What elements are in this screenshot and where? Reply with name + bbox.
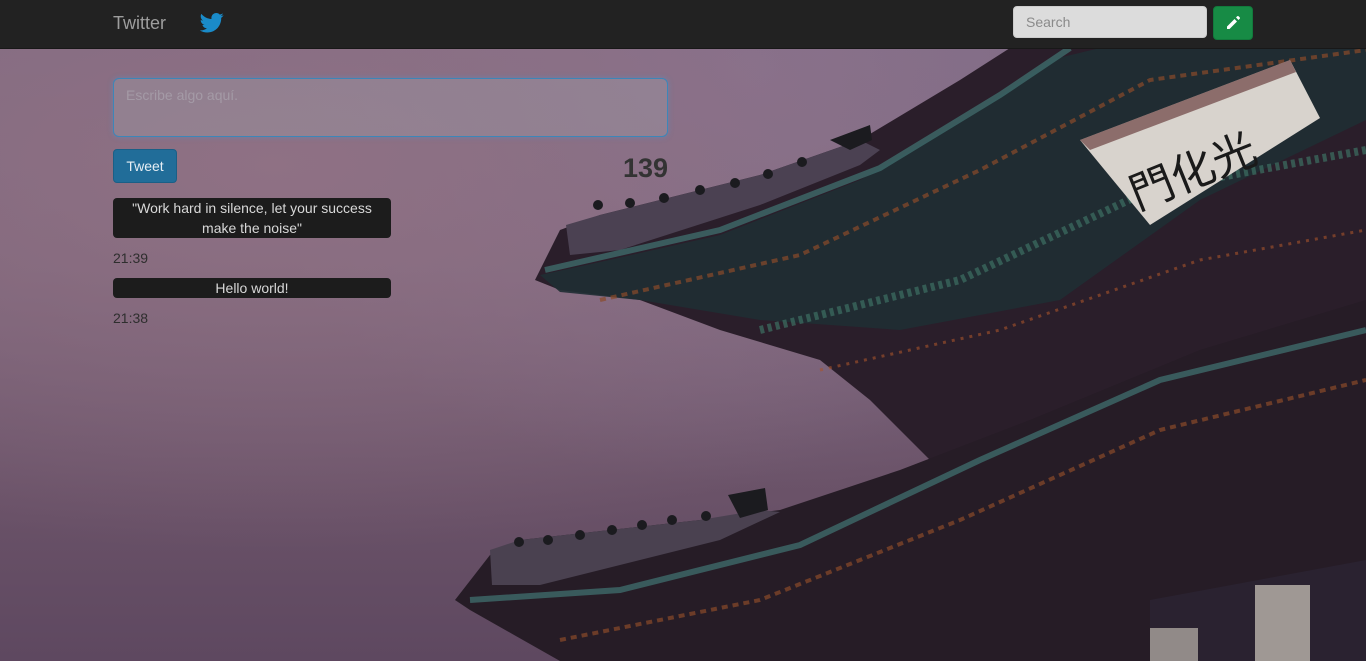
tweet-message: "Work hard in silence, let your success … bbox=[113, 198, 391, 238]
character-counter: 139 bbox=[622, 153, 668, 183]
tweet-button[interactable]: Tweet bbox=[113, 149, 177, 183]
brand-title[interactable]: Twitter bbox=[113, 12, 166, 34]
navbar: Twitter bbox=[0, 0, 1366, 49]
search-input[interactable] bbox=[1013, 6, 1207, 38]
tweet-timestamp: 21:39 bbox=[113, 250, 149, 266]
pencil-icon bbox=[1227, 16, 1240, 29]
tweet-message: Hello world! bbox=[113, 278, 391, 298]
tweet-textarea[interactable] bbox=[113, 78, 668, 137]
compose-button[interactable] bbox=[1213, 6, 1253, 40]
tweet-timestamp: 21:38 bbox=[113, 310, 149, 326]
twitter-bird-icon[interactable] bbox=[200, 12, 224, 34]
